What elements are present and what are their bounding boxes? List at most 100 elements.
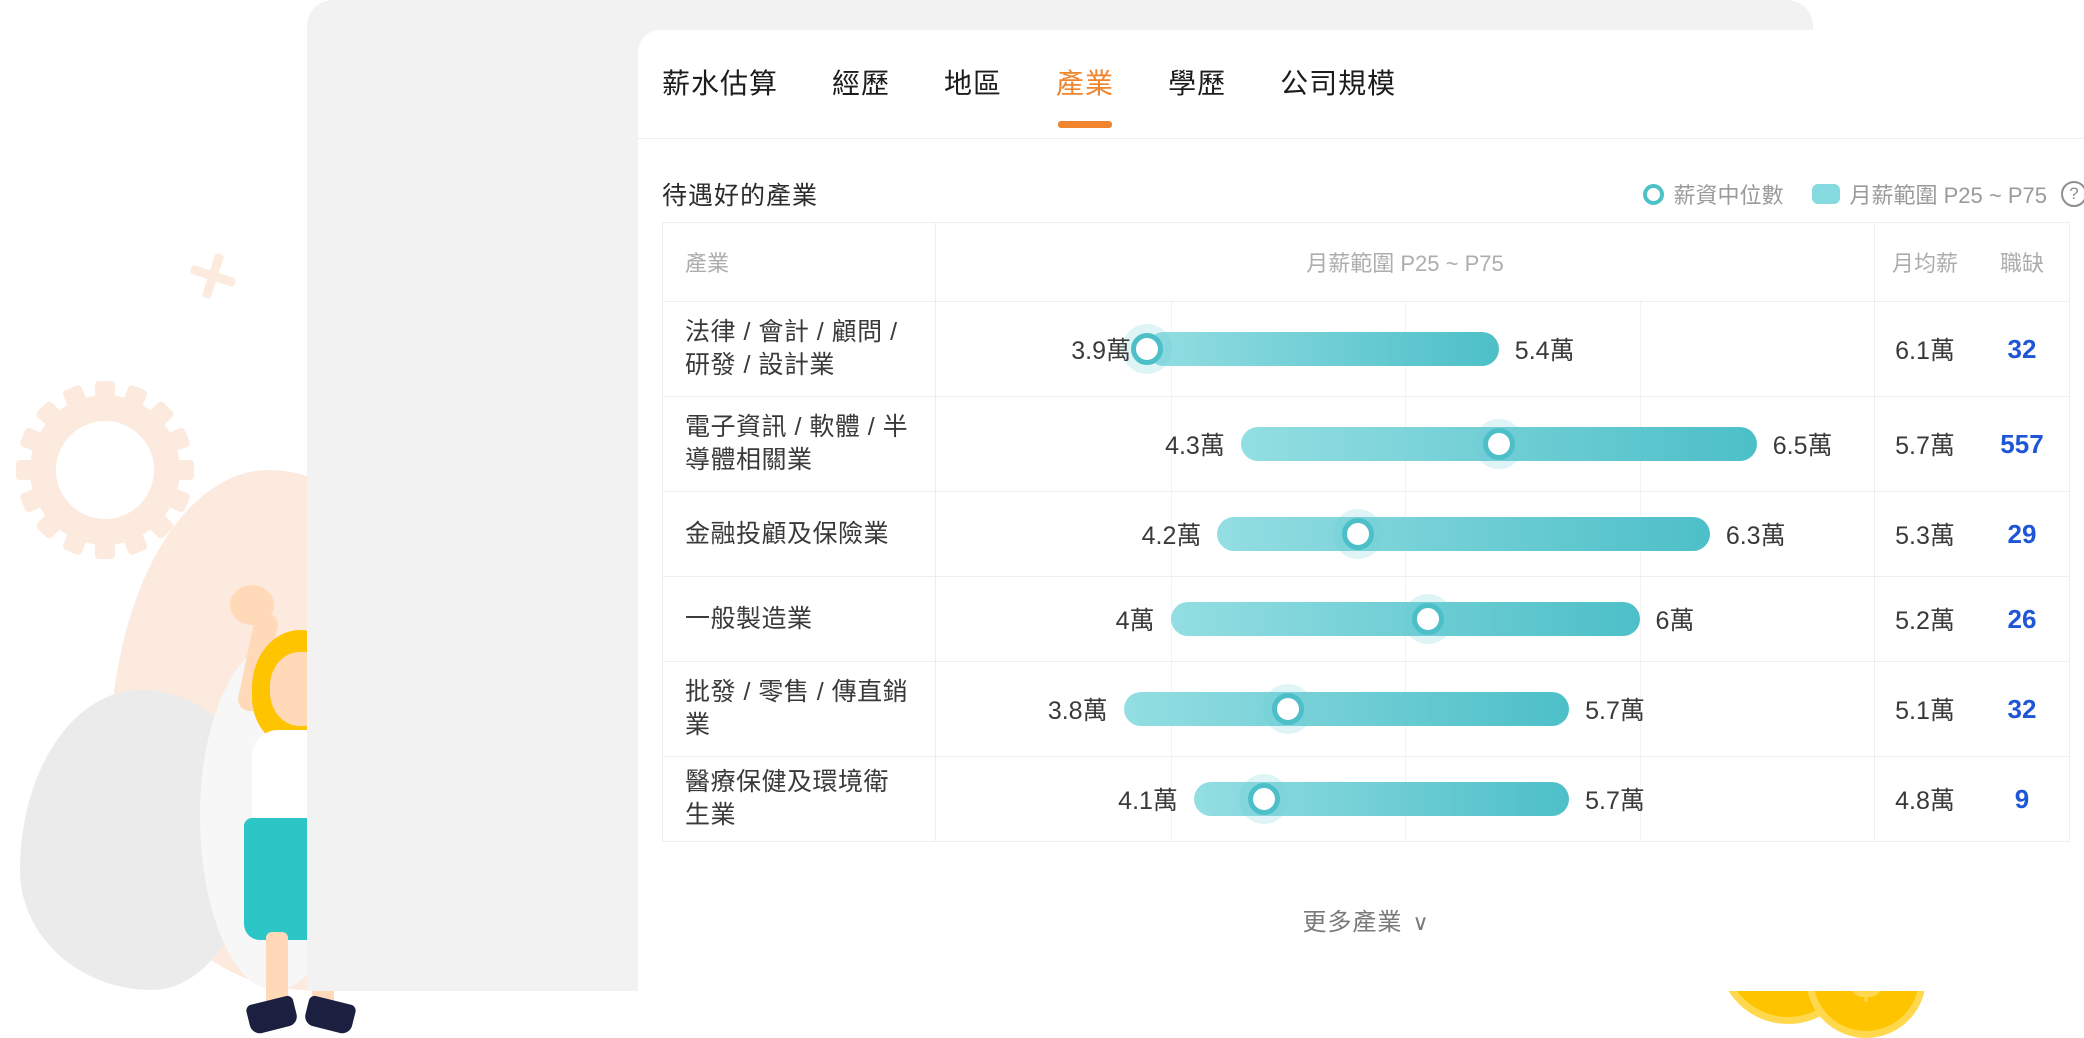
- median-marker[interactable]: [1412, 603, 1444, 635]
- more-industries-button[interactable]: 更多產業 ∨: [662, 902, 2070, 937]
- cell-average-salary: 5.3萬: [1875, 492, 1975, 576]
- salary-range-bar-wrapper: 4.2萬6.3萬: [1217, 517, 1709, 551]
- median-marker[interactable]: [1272, 693, 1304, 725]
- table-row: 醫療保健及環境衛生業4.1萬5.7萬4.8萬9: [663, 757, 2069, 842]
- tab-bar-divider: [638, 138, 2084, 139]
- cell-job-count: 26: [1975, 577, 2069, 661]
- industry-name-text: 批發 / 零售 / 傳直銷業: [685, 676, 913, 742]
- cell-industry-name: 法律 / 會計 / 顧問 / 研發 / 設計業: [663, 302, 935, 396]
- average-salary-text: 4.8萬: [1895, 781, 1955, 817]
- more-industries-label: 更多產業: [1302, 909, 1402, 936]
- p75-label: 5.7萬: [1585, 691, 1645, 727]
- average-salary-text: 5.2萬: [1895, 601, 1955, 637]
- tab-region[interactable]: 地區: [944, 54, 1002, 128]
- table-header-row: 產業 月薪範圍 P25 ~ P75 月均薪 職缺: [663, 223, 2069, 302]
- cell-industry-name: 金融投顧及保險業: [663, 492, 935, 576]
- cell-salary-range: 4萬 6萬: [935, 577, 1875, 661]
- chart-gridline: [1640, 577, 1641, 661]
- col-header-industry: 產業: [663, 223, 935, 301]
- median-marker[interactable]: [1248, 783, 1280, 815]
- average-salary-text: 6.1萬: [1895, 331, 1955, 367]
- job-count-link[interactable]: 32: [2008, 694, 2037, 725]
- tab-company-size[interactable]: 公司規模: [1280, 54, 1396, 128]
- blob-gray-left: [20, 690, 260, 990]
- salary-range-bar-wrapper: 4.1萬5.7萬: [1194, 782, 1569, 816]
- p25-label: 3.8萬: [1048, 691, 1108, 727]
- average-salary-text: 5.3萬: [1895, 516, 1955, 552]
- industry-name-text: 金融投顧及保險業: [685, 518, 889, 551]
- cell-industry-name: 醫療保健及環境衛生業: [663, 757, 935, 841]
- p75-label: 6.3萬: [1726, 516, 1786, 552]
- salary-range-bar: [1124, 692, 1570, 726]
- section-title: 待遇好的產業: [662, 176, 818, 212]
- cell-average-salary: 6.1萬: [1875, 302, 1975, 396]
- legend-range-label: 月薪範圍 P25 ~ P75: [1850, 178, 2047, 210]
- salary-range-bar-wrapper: 4.3萬6.5萬: [1241, 427, 1757, 461]
- cell-average-salary: 5.2萬: [1875, 577, 1975, 661]
- median-marker[interactable]: [1342, 518, 1374, 550]
- cell-job-count: 557: [1975, 397, 2069, 491]
- industry-salary-table: 產業 月薪範圍 P25 ~ P75 月均薪 職缺 法律 / 會計 / 顧問 / …: [662, 222, 2070, 842]
- p75-label: 5.4萬: [1515, 331, 1575, 367]
- industry-name-text: 一般製造業: [685, 603, 813, 636]
- industry-name-text: 醫療保健及環境衛生業: [685, 766, 913, 832]
- salary-range-bar-wrapper: 3.8萬5.7萬: [1124, 692, 1570, 726]
- cell-average-salary: 4.8萬: [1875, 757, 1975, 841]
- job-count-link[interactable]: 557: [2000, 429, 2043, 460]
- job-count-link[interactable]: 26: [2008, 604, 2037, 635]
- col-header-avg: 月均薪: [1875, 223, 1975, 301]
- p75-label: 6.5萬: [1773, 426, 1833, 462]
- median-marker[interactable]: [1483, 428, 1515, 460]
- median-circle-icon: [1643, 184, 1664, 205]
- table-row: 一般製造業 4萬 6萬 5.2萬 26: [663, 577, 2069, 662]
- range-bar-icon: [1812, 184, 1840, 204]
- cell-salary-range: 4.2萬 6.3萬: [935, 492, 1875, 576]
- p75-label: 6萬: [1656, 601, 1695, 637]
- job-count-link[interactable]: 32: [2008, 334, 2037, 365]
- legend-median-label: 薪資中位數: [1674, 178, 1784, 210]
- salary-range-bar-wrapper: 4萬6萬: [1171, 602, 1640, 636]
- cell-job-count: 32: [1975, 302, 2069, 396]
- chevron-down-icon: ∨: [1412, 910, 1429, 936]
- table-header: 產業 月薪範圍 P25 ~ P75 月均薪 職缺: [663, 223, 2069, 302]
- tab-bar: 薪水估算 經歷 地區 產業 學歷 公司規模: [662, 54, 1450, 130]
- salary-range-bar: [1171, 602, 1640, 636]
- cell-salary-range: 3.9萬5.4萬: [935, 302, 1875, 396]
- p75-label: 5.7萬: [1585, 781, 1645, 817]
- cell-salary-range: 3.8萬 5.7萬: [935, 662, 1875, 756]
- cell-job-count: 9: [1975, 757, 2069, 841]
- job-count-link[interactable]: 9: [2015, 784, 2029, 815]
- industry-name-text: 法律 / 會計 / 顧問 / 研發 / 設計業: [685, 316, 913, 382]
- table-body: 法律 / 會計 / 顧問 / 研發 / 設計業 3.9萬5.4萬 6.1萬 32 電子資…: [663, 302, 2069, 842]
- median-marker[interactable]: [1131, 333, 1163, 365]
- salary-range-bar-wrapper: 3.9萬5.4萬: [1147, 332, 1499, 366]
- cell-average-salary: 5.7萬: [1875, 397, 1975, 491]
- p25-label: 4.1萬: [1118, 781, 1178, 817]
- tab-education[interactable]: 學歷: [1168, 54, 1226, 128]
- p25-label: 4.2萬: [1142, 516, 1202, 552]
- help-icon[interactable]: ?: [2061, 181, 2084, 207]
- gear-decoration: [30, 395, 180, 545]
- cell-average-salary: 5.1萬: [1875, 662, 1975, 756]
- table-row: 法律 / 會計 / 顧問 / 研發 / 設計業 3.9萬5.4萬 6.1萬 32: [663, 302, 2069, 397]
- tab-experience[interactable]: 經歷: [832, 54, 890, 128]
- tab-industry[interactable]: 產業: [1056, 54, 1114, 128]
- industry-name-text: 電子資訊 / 軟體 / 半導體相關業: [685, 411, 913, 477]
- cell-industry-name: 電子資訊 / 軟體 / 半導體相關業: [663, 397, 935, 491]
- p25-label: 4.3萬: [1165, 426, 1225, 462]
- cell-job-count: 32: [1975, 662, 2069, 756]
- cell-job-count: 29: [1975, 492, 2069, 576]
- salary-range-bar: [1147, 332, 1499, 366]
- chart-legend: 薪資中位數 月薪範圍 P25 ~ P75 ?: [1643, 178, 2084, 210]
- col-header-range: 月薪範圍 P25 ~ P75: [935, 223, 1875, 301]
- col-header-jobs: 職缺: [1975, 223, 2069, 301]
- job-count-link[interactable]: 29: [2008, 519, 2037, 550]
- tab-salary-estimate[interactable]: 薪水估算: [662, 54, 778, 128]
- p25-label: 4萬: [1116, 601, 1155, 637]
- cell-salary-range: 4.3萬 6.5萬: [935, 397, 1875, 491]
- chart-gridline: [1640, 302, 1641, 396]
- average-salary-text: 5.7萬: [1895, 426, 1955, 462]
- table-row: 金融投顧及保險業 4.2萬 6.3萬 5.3萬 29: [663, 492, 2069, 577]
- table-row: 批發 / 零售 / 傳直銷業 3.8萬 5.7萬 5.1萬 32: [663, 662, 2069, 757]
- cell-industry-name: 批發 / 零售 / 傳直銷業: [663, 662, 935, 756]
